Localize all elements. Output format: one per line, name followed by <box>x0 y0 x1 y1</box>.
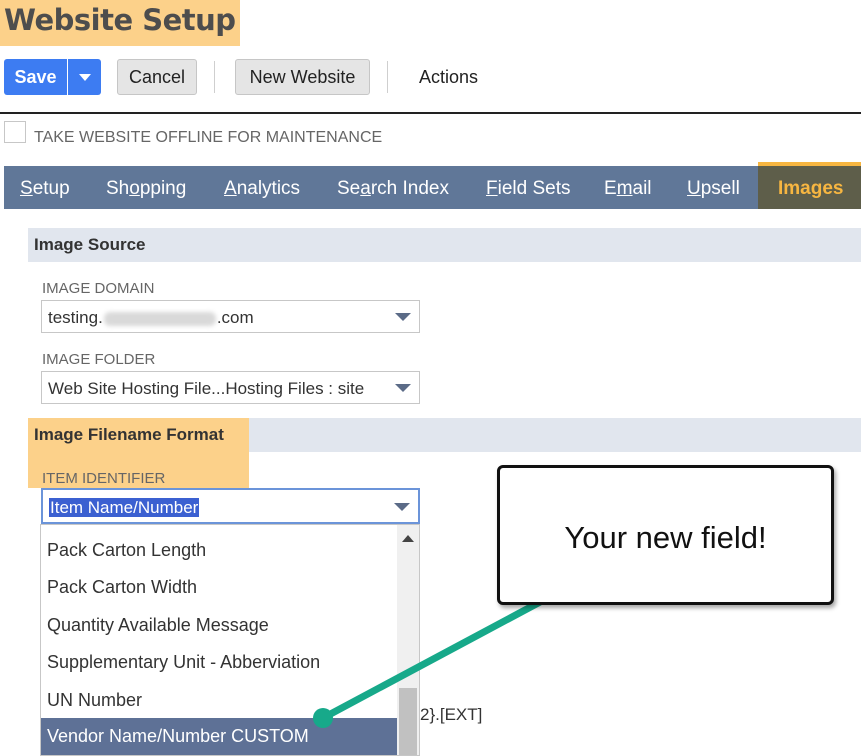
image-domain-label: IMAGE DOMAIN <box>42 280 155 297</box>
scroll-up-icon[interactable] <box>402 535 414 542</box>
callout-text: Your new field! <box>564 520 767 555</box>
toolbar-divider <box>387 61 388 93</box>
dropdown-option[interactable]: Pack Carton Width <box>41 569 397 606</box>
tab-images[interactable]: Images <box>778 178 843 200</box>
tab-search-index[interactable]: Search Index <box>337 178 449 200</box>
image-domain-select[interactable]: testing. .com <box>41 300 420 333</box>
tab-setup[interactable]: Setup <box>20 178 70 200</box>
tab-field-sets[interactable]: Field Sets <box>486 178 570 200</box>
save-options-button[interactable] <box>68 59 101 95</box>
toolbar-divider <box>214 61 215 93</box>
header-divider <box>0 112 861 114</box>
cancel-button[interactable]: Cancel <box>117 59 197 95</box>
chevron-down-icon <box>394 503 410 511</box>
dropdown-scrollbar[interactable] <box>397 525 419 755</box>
actions-menu[interactable]: Actions <box>419 67 478 88</box>
item-identifier-select[interactable]: Item Name/Number <box>41 488 420 524</box>
chevron-down-icon <box>78 73 91 81</box>
image-domain-suffix: .com <box>216 308 254 327</box>
new-website-button[interactable]: New Website <box>235 59 370 95</box>
dropdown-option[interactable]: UN Number <box>41 682 397 719</box>
offline-checkbox[interactable] <box>4 121 26 143</box>
filename-format-highlight: Image Filename Format <box>28 418 249 452</box>
image-source-header: Image Source <box>28 228 861 262</box>
tab-email[interactable]: Email <box>604 178 652 200</box>
redacted-domain <box>103 311 216 326</box>
image-folder-select[interactable]: Web Site Hosting File...Hosting Files : … <box>41 371 420 404</box>
item-identifier-label: ITEM IDENTIFIER <box>42 470 166 487</box>
filename-format-title: Image Filename Format <box>34 425 224 444</box>
chevron-down-icon <box>395 384 411 392</box>
chevron-down-icon <box>395 313 411 321</box>
save-button[interactable]: Save <box>4 59 67 95</box>
image-folder-value: Web Site Hosting File...Hosting Files : … <box>48 379 365 398</box>
filename-format-preview: 2}.[EXT] <box>420 705 483 724</box>
scrollbar-thumb[interactable] <box>399 688 417 755</box>
callout-box: Your new field! <box>497 465 834 605</box>
dropdown-option-selected[interactable]: Vendor Name/Number CUSTOM <box>41 718 397 755</box>
tab-bar: Setup Shopping Analytics Search Index Fi… <box>4 166 861 209</box>
dropdown-option[interactable]: Supplementary Unit - Abberviation <box>41 644 397 681</box>
offline-label: TAKE WEBSITE OFFLINE FOR MAINTENANCE <box>34 129 383 146</box>
dropdown-option[interactable]: Quantity Available Message <box>41 607 397 644</box>
dropdown-option[interactable]: Pack Carton Length <box>41 532 397 569</box>
image-domain-prefix: testing. <box>48 308 103 327</box>
item-identifier-value: Item Name/Number <box>49 498 200 517</box>
image-folder-label: IMAGE FOLDER <box>42 351 156 368</box>
tab-shopping[interactable]: Shopping <box>106 178 186 200</box>
tab-upsell[interactable]: Upsell <box>687 178 740 200</box>
item-identifier-dropdown: Pack Carton Length Pack Carton Width Qua… <box>40 524 420 756</box>
page-title: Website Setup <box>4 3 236 37</box>
tab-analytics[interactable]: Analytics <box>224 178 300 200</box>
image-source-title: Image Source <box>34 235 146 254</box>
